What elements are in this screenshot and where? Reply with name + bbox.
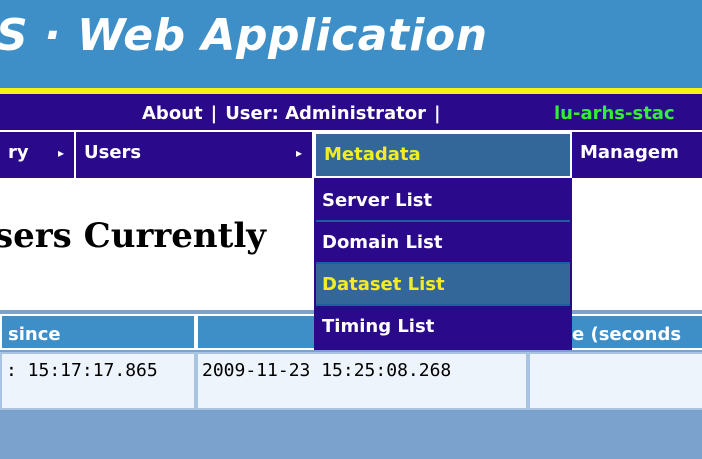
menu-item-management[interactable]: Managem bbox=[572, 132, 702, 178]
separator: | bbox=[210, 103, 218, 124]
table-cell: 2009-11-23 15:25:08.268 bbox=[196, 352, 528, 410]
table-cell: : 15:17:17.865 bbox=[0, 352, 196, 410]
app-banner: S · Web Application bbox=[0, 0, 702, 88]
menu-item-users[interactable]: Users ▸ bbox=[76, 132, 314, 178]
menu-item-label: ry bbox=[8, 142, 29, 163]
separator: | bbox=[433, 103, 441, 124]
table-cell bbox=[528, 352, 702, 410]
column-header-since: since bbox=[0, 314, 196, 350]
menu-item-label: Metadata bbox=[324, 144, 421, 165]
dropdown-item-dataset-list[interactable]: Dataset List bbox=[316, 264, 570, 306]
about-link[interactable]: About bbox=[142, 103, 203, 124]
dropdown-item-server-list[interactable]: Server List bbox=[316, 180, 570, 222]
metadata-dropdown: Server List Domain List Dataset List Tim… bbox=[314, 178, 572, 350]
submenu-arrow-icon: ▸ bbox=[57, 146, 64, 160]
menu-item-metadata[interactable]: Metadata bbox=[314, 132, 572, 178]
menu-item-history[interactable]: ry ▸ bbox=[0, 132, 76, 178]
host-name: lu-arhs-stac bbox=[554, 103, 675, 124]
dropdown-item-domain-list[interactable]: Domain List bbox=[316, 222, 570, 264]
menu-item-label: Managem bbox=[580, 142, 679, 163]
main-menu-bar: ry ▸ Users ▸ Metadata Managem bbox=[0, 130, 702, 178]
info-links: About | User: Administrator | bbox=[142, 103, 449, 124]
user-label: User: Administrator bbox=[225, 103, 426, 124]
submenu-arrow-icon: ▸ bbox=[295, 146, 302, 160]
app-title: S · Web Application bbox=[0, 10, 488, 61]
info-bar: About | User: Administrator | lu-arhs-stac bbox=[0, 94, 702, 130]
dropdown-item-timing-list[interactable]: Timing List bbox=[316, 306, 570, 348]
menu-item-label: Users bbox=[84, 142, 142, 163]
page-title: sers Currently bbox=[0, 216, 266, 256]
